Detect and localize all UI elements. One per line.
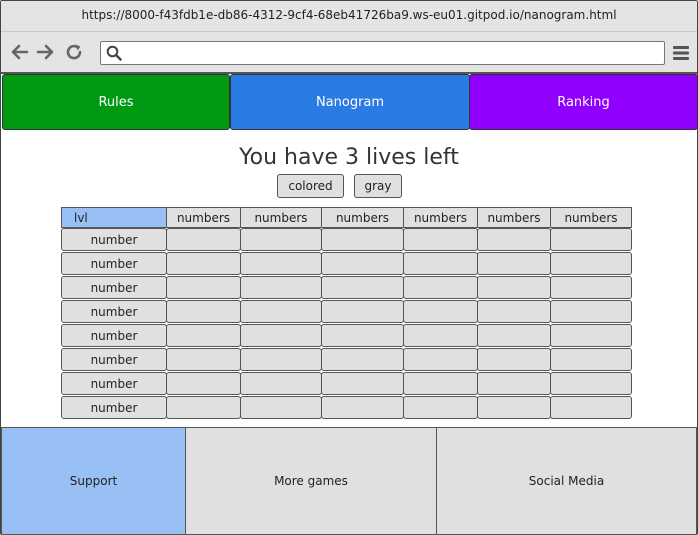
grid-cell[interactable] [321,324,404,347]
grid-cell[interactable] [240,396,322,419]
row-clue-header: number [61,396,167,419]
column-clue-header: numbers [166,207,241,228]
grid-cell[interactable] [477,396,551,419]
grid-cell[interactable] [240,300,322,323]
grid-cell[interactable] [321,300,404,323]
row-clue-header: number [61,348,167,371]
grid-cell[interactable] [166,252,241,275]
footer-social-media-link[interactable]: Social Media [436,427,697,535]
column-clue-header: numbers [477,207,551,228]
grid-cell[interactable] [477,372,551,395]
grid-cell[interactable] [321,372,404,395]
row-clue-header: number [61,276,167,299]
tab-ranking[interactable]: Ranking [469,74,698,130]
grid-cell[interactable] [550,252,632,275]
gray-mode-button[interactable]: gray [354,174,402,198]
back-arrow-icon[interactable] [9,41,31,63]
grid-cell[interactable] [550,348,632,371]
grid-cell[interactable] [477,324,551,347]
grid-cell[interactable] [240,228,322,251]
grid-cell[interactable] [550,300,632,323]
row-clue-header: number [61,324,167,347]
grid-cell[interactable] [550,276,632,299]
grid-cell[interactable] [550,396,632,419]
grid-cell[interactable] [403,324,478,347]
grid-cell[interactable] [403,228,478,251]
grid-cell[interactable] [550,372,632,395]
footer-more-games-link[interactable]: More games [185,427,437,535]
column-clue-header: numbers [240,207,322,228]
grid-cell[interactable] [166,396,241,419]
grid-cell[interactable] [403,276,478,299]
grid-cell[interactable] [403,348,478,371]
grid-cell[interactable] [240,348,322,371]
column-clue-header: numbers [550,207,632,228]
address-bar[interactable]: https://8000-f43fdb1e-db86-4312-9cf4-68e… [1,1,697,32]
grid-cell[interactable] [477,228,551,251]
tab-nanogram[interactable]: Nanogram [230,74,470,130]
search-bar[interactable] [100,41,665,65]
browser-toolbar [1,32,697,74]
grid-cell[interactable] [166,228,241,251]
grid-cell[interactable] [321,348,404,371]
grid-cell[interactable] [477,300,551,323]
grid-cell[interactable] [403,396,478,419]
lives-message: You have 3 lives left [239,145,459,170]
footer-support-link[interactable]: Support [1,427,186,535]
column-clue-header: numbers [403,207,478,228]
grid-cell[interactable] [321,396,404,419]
column-clue-header: numbers [321,207,404,228]
row-clue-header: number [61,228,167,251]
row-clue-header: number [61,300,167,323]
grid-cell[interactable] [166,324,241,347]
grid-cell[interactable] [240,252,322,275]
reload-icon[interactable] [63,41,85,63]
grid-cell[interactable] [477,252,551,275]
row-clue-header: number [61,372,167,395]
grid-cell[interactable] [240,276,322,299]
grid-cell[interactable] [477,348,551,371]
hamburger-menu-icon[interactable] [672,44,690,62]
grid-cell[interactable] [166,372,241,395]
footer: Support More games Social Media [1,427,697,535]
tab-rules[interactable]: Rules [2,74,230,130]
browser-window: https://8000-f43fdb1e-db86-4312-9cf4-68e… [0,0,698,535]
level-label: lvl [61,207,167,228]
forward-arrow-icon[interactable] [34,41,56,63]
grid-cell[interactable] [166,348,241,371]
grid-cell[interactable] [321,228,404,251]
grid-cell[interactable] [403,252,478,275]
colored-mode-button[interactable]: colored [277,174,344,198]
search-icon [106,45,122,61]
search-input[interactable] [127,44,657,62]
grid-cell[interactable] [321,276,404,299]
grid-cell[interactable] [321,252,404,275]
grid-cell[interactable] [166,276,241,299]
grid-cell[interactable] [240,324,322,347]
grid-cell[interactable] [240,372,322,395]
grid-cell[interactable] [166,300,241,323]
grid-cell[interactable] [403,300,478,323]
grid-cell[interactable] [550,324,632,347]
grid-cell[interactable] [550,228,632,251]
row-clue-header: number [61,252,167,275]
main-nav: Rules Nanogram Ranking [2,74,698,130]
grid-cell[interactable] [403,372,478,395]
grid-cell[interactable] [477,276,551,299]
